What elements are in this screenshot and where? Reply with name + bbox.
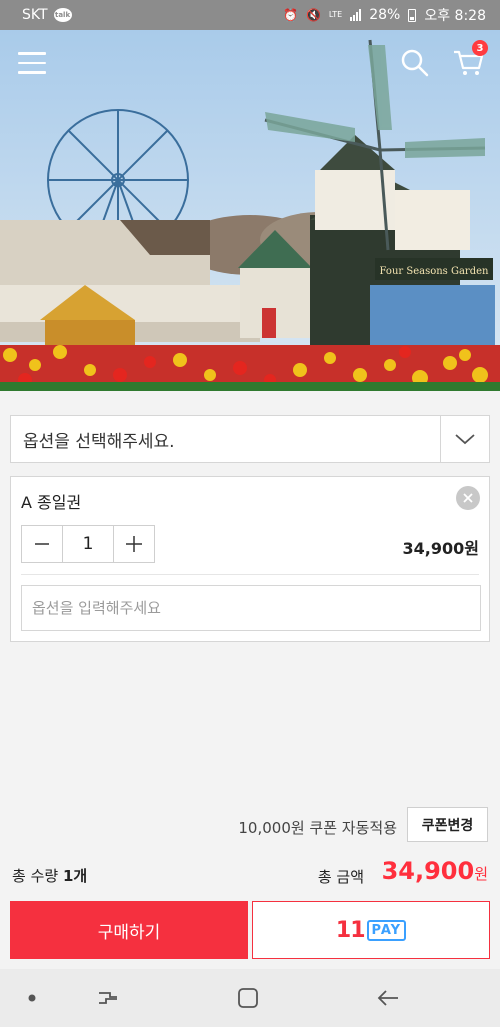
total-quantity-value: 1개 — [62, 867, 88, 885]
quantity-value[interactable]: 1 — [62, 526, 114, 562]
signal-icon — [350, 9, 362, 21]
11pay-logo-text: PAY — [366, 919, 407, 941]
alarm-icon: ⏰ — [283, 8, 298, 22]
home-icon[interactable] — [228, 983, 268, 1013]
hero-image: Four Seasons Garden 3 — [0, 30, 500, 391]
plus-icon — [126, 536, 142, 552]
option-select[interactable]: 옵션을 선택해주세요. — [10, 415, 490, 463]
clock: 오후 8:28 — [424, 8, 486, 24]
status-bar: SKT talk ⏰ 🔇 LTE 28% 오후 8:28 — [0, 0, 500, 30]
total-amount-label: 총 금액 — [317, 868, 364, 886]
11pay-logo-num: 11 — [335, 917, 366, 943]
total-quantity-label: 총 수량 — [12, 867, 59, 885]
cart-count-badge: 3 — [472, 40, 488, 56]
battery-percent: 28% — [369, 7, 401, 23]
carrier-label: SKT — [22, 7, 48, 23]
11pay-logo: 11 PAY — [335, 917, 407, 943]
system-nav-bar — [0, 969, 500, 1027]
mute-icon: 🔇 — [305, 8, 321, 22]
total-amount-value: 34,900 — [381, 857, 475, 885]
total-amount-unit: 원 — [474, 865, 488, 883]
total-amount: 34,900원 — [382, 857, 488, 885]
divider — [21, 574, 479, 575]
selected-item-panel: A 종일권 1 34,900원 — [10, 476, 490, 642]
option-memo-input[interactable] — [21, 585, 481, 631]
status-left: SKT talk — [22, 7, 72, 23]
minus-icon — [35, 543, 49, 545]
option-select-placeholder: 옵션을 선택해주세요. — [23, 431, 175, 452]
recent-apps-icon[interactable] — [88, 983, 128, 1013]
network-label: LTE — [328, 10, 343, 19]
item-price: 34,900원 — [402, 539, 479, 558]
item-name: A 종일권 — [21, 493, 82, 512]
coupon-info: 10,000원 쿠폰 자동적용 — [238, 819, 397, 837]
buy-button[interactable]: 구매하기 — [10, 901, 248, 959]
battery-icon — [408, 8, 417, 22]
close-icon — [463, 493, 473, 503]
quantity-stepper: 1 — [21, 525, 155, 563]
decrease-button[interactable] — [22, 526, 62, 562]
cart-icon[interactable]: 3 — [452, 40, 488, 80]
coupon-change-button[interactable]: 쿠폰변경 — [407, 807, 488, 842]
search-icon[interactable] — [400, 48, 430, 78]
theme-park-photo: Four Seasons Garden — [0, 30, 500, 391]
chevron-down-icon — [455, 434, 475, 445]
talk-icon: talk — [53, 8, 72, 22]
status-right: ⏰ 🔇 LTE 28% 오후 8:28 — [283, 5, 486, 25]
total-quantity: 총 수량 1개 — [12, 865, 87, 886]
remove-item-button[interactable] — [456, 486, 480, 510]
menu-icon[interactable] — [18, 52, 46, 74]
option-dropdown-button[interactable] — [440, 416, 489, 462]
garden-sign: Four Seasons Garden — [380, 266, 489, 277]
11pay-button[interactable]: 11 PAY — [252, 901, 490, 959]
nav-dot-icon[interactable] — [12, 983, 52, 1013]
increase-button[interactable] — [114, 526, 154, 562]
back-icon[interactable] — [368, 983, 408, 1013]
